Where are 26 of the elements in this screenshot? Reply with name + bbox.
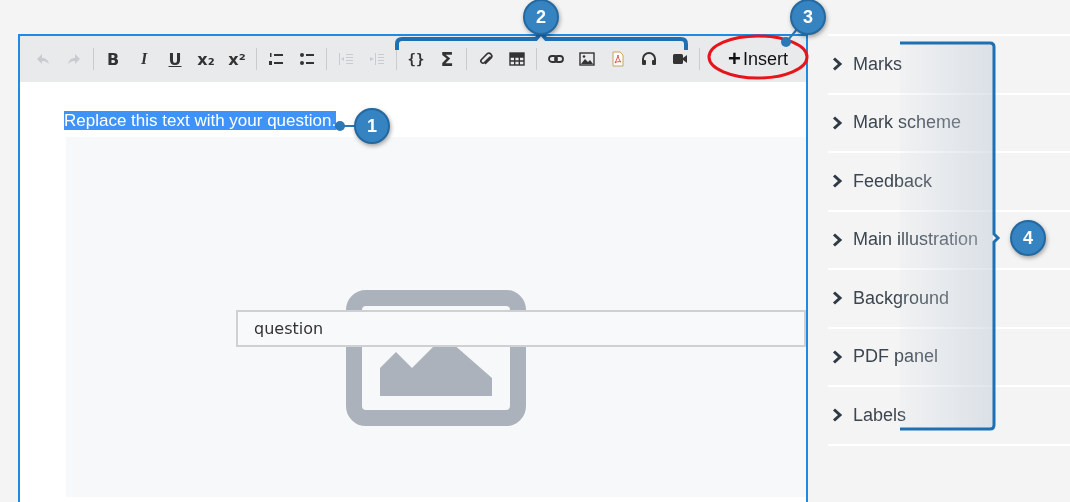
underline-button[interactable]: U [161,45,189,73]
video-camera-icon [672,51,688,67]
formula-button[interactable]: Σ [433,45,461,73]
code-button[interactable]: {} [402,45,430,73]
pdf-icon [610,51,626,67]
superscript-button[interactable]: x² [223,45,251,73]
italic-button[interactable]: I [130,45,158,73]
answer-field[interactable]: question [236,310,806,347]
callout-badge: 2 [523,0,559,35]
redo-icon [66,51,82,67]
outdent-icon [338,51,354,67]
bullet-list-icon [299,51,315,67]
indent-icon [369,51,385,67]
plus-icon: + [728,48,741,70]
subscript-button[interactable]: x₂ [192,45,220,73]
bold-button[interactable]: B [99,45,127,73]
insert-button[interactable]: +Insert [726,44,790,74]
callout-badge: 4 [1010,220,1046,256]
leader-line [335,121,357,131]
numbered-list-icon [268,51,284,67]
headphones-icon [641,51,657,67]
image-icon [579,51,595,67]
image-icon [346,290,526,426]
table-icon [509,51,525,67]
paperclip-icon [478,51,494,67]
callout-badge: 3 [790,0,826,35]
